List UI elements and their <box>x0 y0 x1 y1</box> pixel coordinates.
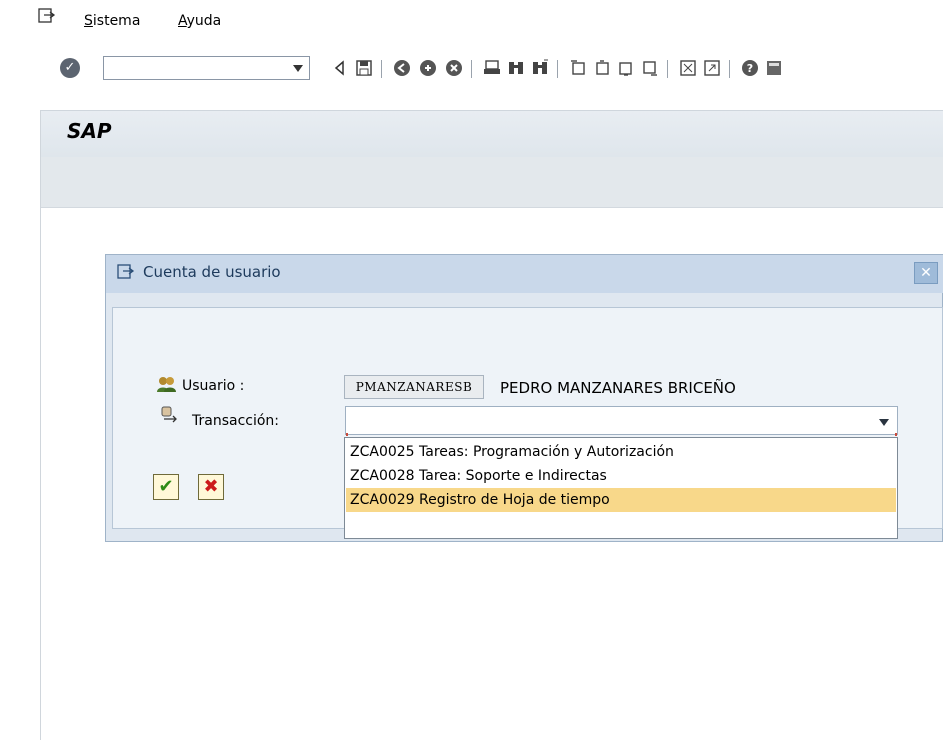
application-toolbar <box>40 157 943 208</box>
enter-icon[interactable]: ✓ <box>60 58 80 78</box>
menu-sistema[interactable]: Sistema <box>84 13 140 29</box>
close-icon: ✖ <box>203 476 219 497</box>
find-next-icon[interactable] <box>530 58 550 78</box>
menu-bar <box>0 0 943 40</box>
svg-text:?: ? <box>747 62 753 75</box>
menu-sistema-label: istema <box>92 13 141 29</box>
back-icon[interactable] <box>330 58 350 78</box>
prev-page-icon[interactable] <box>592 58 612 78</box>
user-label: Usuario : <box>182 378 245 394</box>
field-mark <box>895 433 897 436</box>
toolbar-separator <box>667 60 668 78</box>
field-mark <box>346 433 348 436</box>
chevron-down-icon[interactable] <box>879 419 889 426</box>
command-dropdown-icon[interactable] <box>293 65 303 72</box>
transaction-dropdown-list: ZCA0025 Tareas: Programación y Autorizac… <box>344 437 898 539</box>
close-icon: ✕ <box>920 265 932 281</box>
exit-icon[interactable] <box>418 58 438 78</box>
transaction-label: Transacción: <box>192 413 280 429</box>
toolbar-separator <box>729 60 730 78</box>
confirm-button[interactable]: ✔ <box>153 474 179 500</box>
toolbar-separator <box>381 60 382 78</box>
toolbar-separator <box>557 60 558 78</box>
transaction-input[interactable] <box>345 406 898 436</box>
user-icon <box>157 377 176 392</box>
dropdown-option-selected[interactable]: ZCA0029 Registro de Hoja de tiempo <box>346 488 896 512</box>
user-id-field: PMANZANARESB <box>344 375 484 399</box>
app-title: SAP <box>67 119 112 143</box>
shortcut-icon[interactable] <box>702 58 722 78</box>
menu-exit-icon[interactable] <box>38 8 56 24</box>
toolbar-separator <box>471 60 472 78</box>
cancel-icon[interactable] <box>444 58 464 78</box>
save-icon[interactable] <box>354 58 374 78</box>
nav-back-icon[interactable] <box>392 58 412 78</box>
dialog-title: Cuenta de usuario <box>143 263 281 281</box>
transaction-icon <box>161 406 177 423</box>
menu-ayuda-label: yuda <box>186 13 222 29</box>
layout-icon[interactable] <box>764 58 784 78</box>
dialog-window-icon <box>117 264 135 279</box>
checkmark-icon: ✔ <box>158 476 174 497</box>
next-page-icon[interactable] <box>616 58 636 78</box>
help-icon[interactable]: ? <box>740 58 760 78</box>
title-bar <box>40 110 943 158</box>
dropdown-option[interactable]: ZCA0028 Tarea: Soporte e Indirectas <box>346 464 896 488</box>
user-full-name: PEDRO MANZANARES BRICEÑO <box>500 379 736 397</box>
dropdown-option[interactable]: ZCA0025 Tareas: Programación y Autorizac… <box>346 440 896 464</box>
command-field[interactable] <box>103 56 310 80</box>
menu-ayuda[interactable]: Ayuda <box>178 13 221 29</box>
print-icon[interactable] <box>482 58 502 78</box>
cancel-button[interactable]: ✖ <box>198 474 224 500</box>
new-session-icon[interactable] <box>678 58 698 78</box>
last-page-icon[interactable] <box>640 58 660 78</box>
first-page-icon[interactable] <box>568 58 588 78</box>
dialog-close-button[interactable]: ✕ <box>914 262 938 284</box>
find-icon[interactable] <box>506 58 526 78</box>
screen-border <box>40 110 41 740</box>
